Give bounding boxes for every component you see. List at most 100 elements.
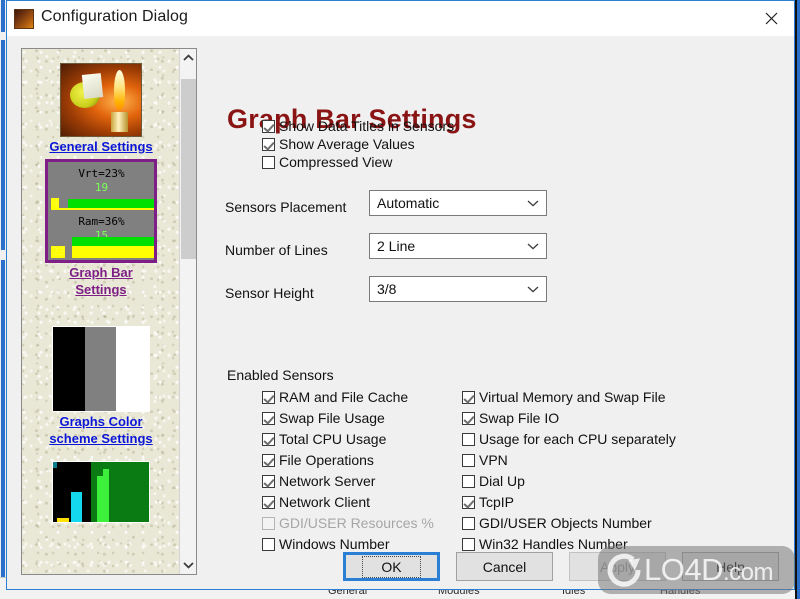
checkbox-win32-handles-number[interactable]: Win32 Handles Number [462,536,628,553]
settings-navigation-list: General Settings Vrt=23% 19 4 Ram=36% 15… [22,49,180,574]
dialog-body: General Settings Vrt=23% 19 4 Ram=36% 15… [7,36,794,589]
scroll-up-icon[interactable] [180,49,196,67]
preview-row-green-value: 19 [94,181,109,194]
checkbox-box[interactable] [462,433,475,446]
checkbox-box[interactable] [462,517,475,530]
preview-row-yellow-value: 22 [51,245,66,258]
window-title: Configuration Dialog [41,8,188,25]
checkbox-label: Usage for each CPU separately [479,431,676,447]
checkbox-box[interactable] [462,496,475,509]
cancel-button-label: Cancel [482,558,527,575]
scrollbar-thumb[interactable] [181,79,196,259]
checkbox-label: Show Average Values [279,136,415,152]
checkbox-network-client[interactable]: Network Client [262,494,370,511]
checkbox-swap-file-io[interactable]: Swap File IO [462,410,559,427]
title-bar: Configuration Dialog [7,1,794,36]
checkbox-box[interactable] [262,412,275,425]
chevron-down-icon [520,199,546,207]
checkbox-label: Network Server [279,473,376,489]
close-icon[interactable] [748,1,794,35]
checkbox-box[interactable] [462,412,475,425]
checkbox-compressed-view[interactable]: Compressed View [262,154,392,171]
cancel-button[interactable]: Cancel [456,552,553,581]
preview-row-yellow-value: 4 [51,197,59,210]
checkbox-label: Total CPU Usage [279,431,387,447]
checkbox-box[interactable] [462,475,475,488]
help-button[interactable]: Help [682,552,779,581]
checkbox-box[interactable] [262,433,275,446]
ok-button-label: OK [362,555,421,578]
checkbox-label: RAM and File Cache [279,389,409,405]
sidebar-item-green-graph[interactable] [22,461,180,523]
checkbox-vpn[interactable]: VPN [462,452,508,469]
sidebar-item-label-line1[interactable]: Graphs Color [22,414,180,429]
select-value: 3/8 [377,281,397,297]
checkbox-swap-file-usage[interactable]: Swap File Usage [262,410,385,427]
sidebar-item-general-settings[interactable]: General Settings [22,63,180,154]
checkbox-box[interactable] [262,475,275,488]
select-sensors-placement[interactable]: Automatic [369,190,547,216]
sidebar-item-label-line2[interactable]: Settings [22,282,180,297]
help-button-label: Help [716,558,745,575]
checkbox-label: Network Client [279,494,371,510]
ok-button[interactable]: OK [343,552,440,581]
checkbox-box[interactable] [462,391,475,404]
checkbox-box[interactable] [262,454,275,467]
settings-content-pane: Graph Bar Settings Show Data Titles in S… [212,36,794,589]
checkbox-box[interactable] [262,120,275,133]
checkbox-total-cpu-usage[interactable]: Total CPU Usage [262,431,386,448]
checkbox-gdi-user-resources: GDI/USER Resources % [262,515,434,532]
checkbox-label: Swap File Usage [279,410,385,426]
checkbox-box[interactable] [262,538,275,551]
checkbox-box[interactable] [262,391,275,404]
select-value: 2 Line [377,238,416,254]
select-number-of-lines[interactable]: 2 Line [369,233,547,259]
checkbox-network-server[interactable]: Network Server [262,473,375,490]
checkbox-label: Swap File IO [479,410,560,426]
checkbox-file-operations[interactable]: File Operations [262,452,374,469]
checkbox-box [262,517,275,530]
candle-icon [60,63,142,137]
checkbox-label: Dial Up [479,473,525,489]
checkbox-label: Compressed View [279,154,393,170]
checkbox-box[interactable] [262,138,275,151]
sidebar-item-label[interactable]: General Settings [22,139,180,154]
label-sensors-placement: Sensors Placement [225,199,347,215]
candle-gear-icon [14,9,34,29]
checkbox-ram-and-file-cache[interactable]: RAM and File Cache [262,389,408,406]
scroll-down-icon[interactable] [180,556,196,574]
label-sensor-height: Sensor Height [225,285,314,301]
sidebar-item-label-line1[interactable]: Graph Bar [22,265,180,280]
sidebar-item-graphs-color-scheme-settings[interactable]: Graphs Color scheme Settings [22,326,180,446]
preview-row-title: Ram=36% [78,215,125,228]
sidebar-item-label-line2[interactable]: scheme Settings [22,431,180,446]
checkbox-label: File Operations [279,452,374,468]
checkbox-label: GDI/USER Resources % [279,515,434,531]
checkbox-usage-for-each-cpu-separately[interactable]: Usage for each CPU separately [462,431,676,448]
sidebar-item-graph-bar-settings[interactable]: Vrt=23% 19 4 Ram=36% 15 22 Graph Bar Set… [22,159,180,297]
preview-row-title: Vrt=23% [78,167,125,180]
checkbox-tcpip[interactable]: TcpIP [462,494,514,511]
checkbox-windows-number[interactable]: Windows Number [262,536,389,553]
select-value: Automatic [377,195,440,211]
checkbox-label: Win32 Handles Number [479,536,628,552]
checkbox-box[interactable] [462,538,475,551]
checkbox-show-average-values[interactable]: Show Average Values [262,136,415,153]
checkbox-box[interactable] [462,454,475,467]
settings-navigation-panel: General Settings Vrt=23% 19 4 Ram=36% 15… [21,48,197,575]
checkbox-virtual-memory-and-swap-file[interactable]: Virtual Memory and Swap File [462,389,665,406]
checkbox-label: VPN [479,452,508,468]
checkbox-gdi-user-objects-number[interactable]: GDI/USER Objects Number [462,515,652,532]
configuration-dialog: Configuration Dialog General Settings Vr… [6,0,795,590]
checkbox-show-data-titles[interactable]: Show Data Titles in Sensors [262,118,454,135]
chevron-down-icon [520,285,546,293]
checkbox-box[interactable] [262,156,275,169]
checkbox-label: TcpIP [479,494,515,510]
select-sensor-height[interactable]: 3/8 [369,276,547,302]
green-graph-preview-icon [52,461,150,523]
group-label-enabled-sensors: Enabled Sensors [227,367,334,383]
checkbox-box[interactable] [262,496,275,509]
checkbox-dial-up[interactable]: Dial Up [462,473,525,490]
graph-bar-preview-icon: Vrt=23% 19 4 Ram=36% 15 22 [45,159,157,263]
sidebar-scrollbar[interactable] [179,49,196,574]
